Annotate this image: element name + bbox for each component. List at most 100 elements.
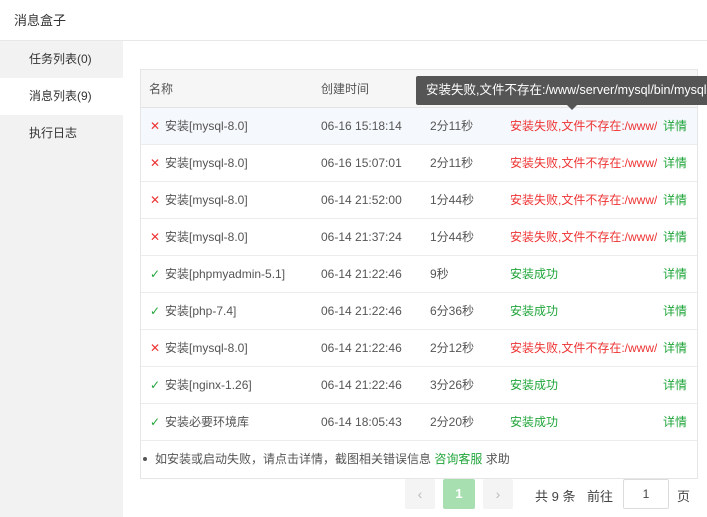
status-cell[interactable]: 安装失败,文件不存在:/www/server/mysql/bin/mysql [502,181,657,219]
created-time-cell: 06-14 21:52:00 [313,181,422,219]
status-cell[interactable]: 安装失败,文件不存在:/www/server/mysql/bin/mysql [502,218,657,256]
table-row: ✓ 安装[phpmyadmin-5.1] 06-14 21:22:46 9秒 安装成功详… [141,255,697,293]
page-number-current[interactable]: 1 [443,479,475,509]
failure-x-icon: ✕ [149,193,161,207]
created-time-cell: 06-14 21:22:46 [313,329,422,367]
help-note-suffix: 求助 [485,452,510,466]
operation-cell: 详情 [657,144,697,182]
task-name-cell: ✕ 安装[mysql-8.0] [141,144,313,182]
main-panel: 名称 创建时间 ✕ 安装[mysql-8.0] 06-16 15:18:14 2分11… [123,41,707,517]
status-cell[interactable]: 安装成功 [502,366,657,404]
task-name: 安装[mysql-8.0] [165,341,248,355]
operation-cell: 详情 [657,403,697,441]
duration-cell: 2分11秒 [422,107,502,145]
duration-cell: 1分44秒 [422,218,502,256]
operation-cell: 详情 [657,329,697,367]
operation-cell: 详情 [657,107,697,145]
task-name: 安装[mysql-8.0] [165,156,248,170]
created-time-cell: 06-14 18:05:43 [313,403,422,441]
details-link[interactable]: 详情 [663,119,687,133]
task-name: 安装[php-7.4] [165,304,237,318]
details-link[interactable]: 详情 [663,378,687,392]
status-cell[interactable]: 安装成功 [502,403,657,441]
sidebar-item-logs[interactable]: 执行日志 [0,115,123,152]
success-check-icon: ✓ [149,304,161,318]
status-cell[interactable]: 安装失败,文件不存在:/www/server/mysql/bin/mysql [502,107,657,145]
goto-label: 前往 [587,489,614,504]
column-header-name: 名称 [141,70,313,108]
details-link[interactable]: 详情 [663,341,687,355]
duration-cell: 3分26秒 [422,366,502,404]
table-row: ✕ 安装[mysql-8.0] 06-14 21:37:24 1分44秒 安装失败,文件… [141,218,697,256]
task-name: 安装必要环境库 [165,415,250,429]
window-title: 消息盒子 [14,13,67,28]
created-time-cell: 06-14 21:22:46 [313,366,422,404]
details-link[interactable]: 详情 [663,415,687,429]
details-link[interactable]: 详情 [663,230,687,244]
contact-support-link[interactable]: 咨询客服 [434,452,482,466]
task-name-cell: ✕ 安装[mysql-8.0] [141,181,313,219]
duration-cell: 6分36秒 [422,292,502,330]
table-row: ✓ 安装[php-7.4] 06-14 21:22:46 6分36秒 安装成功 详情 [141,292,697,330]
duration-cell: 2分11秒 [422,144,502,182]
status-tooltip: 安装失败,文件不存在:/www/server/mysql/bin/mysql [416,76,707,105]
column-header-created: 创建时间 [313,70,422,108]
task-name-cell: ✓ 安装[php-7.4] [141,292,313,330]
details-link[interactable]: 详情 [663,156,687,170]
sidebar: 任务列表(0) 消息列表(9) 执行日志 [0,41,123,517]
duration-cell: 1分44秒 [422,181,502,219]
task-name: 安装[phpmyadmin-5.1] [165,267,286,281]
failure-x-icon: ✕ [149,341,161,355]
table-row: ✕ 安装[mysql-8.0] 06-16 15:07:01 2分11秒 安装失败,文件… [141,144,697,182]
help-note: 如安装或启动失败，请点击详情，截图相关错误信息 咨询客服 求助 [143,450,510,467]
task-name-cell: ✕ 安装[mysql-8.0] [141,107,313,145]
page-unit-label: 页 [677,489,691,504]
task-name: 安装[mysql-8.0] [165,193,248,207]
created-time-cell: 06-14 21:22:46 [313,292,422,330]
status-cell[interactable]: 安装失败,文件不存在:/www/server/mysql/bin/mysql [502,329,657,367]
task-name-cell: ✓ 安装必要环境库 [141,403,313,441]
table-row: ✓ 安装必要环境库 06-14 18:05:43 2分20秒 安装成功 详情 [141,403,697,441]
task-name: 安装[mysql-8.0] [165,230,248,244]
success-check-icon: ✓ [149,267,161,281]
details-link[interactable]: 详情 [663,193,687,207]
status-cell[interactable]: 安装失败,文件不存在:/www/server/mysql/bin/mysql [502,144,657,182]
goto-page-input[interactable] [623,479,669,509]
help-note-text: 如安装或启动失败，请点击详情，截图相关错误信息 [155,452,432,466]
message-table: 名称 创建时间 ✕ 安装[mysql-8.0] 06-16 15:18:14 2分11… [140,69,698,479]
sidebar-item-tasks[interactable]: 任务列表(0) [0,41,123,78]
failure-x-icon: ✕ [149,119,161,133]
sidebar-item-messages[interactable]: 消息列表(9) [0,78,123,115]
operation-cell: 详情 [657,366,697,404]
task-name-cell: ✓ 安装[nginx-1.26] [141,366,313,404]
success-check-icon: ✓ [149,415,161,429]
table-row: ✕ 安装[mysql-8.0] 06-14 21:52:00 1分44秒 安装失败,文件… [141,181,697,219]
details-link[interactable]: 详情 [663,304,687,318]
failure-x-icon: ✕ [149,230,161,244]
table-row: ✕ 安装[mysql-8.0] 06-14 21:22:46 2分12秒 安装失败,文件… [141,329,697,367]
title-bar: 消息盒子 [0,0,707,41]
status-cell[interactable]: 安装成功 [502,292,657,330]
operation-cell: 详情 [657,218,697,256]
prev-page-button[interactable]: ‹ [405,479,435,509]
tooltip-arrow [566,104,578,110]
created-time-cell: 06-16 15:18:14 [313,107,422,145]
task-name-cell: ✕ 安装[mysql-8.0] [141,218,313,256]
created-time-cell: 06-14 21:37:24 [313,218,422,256]
task-name: 安装[mysql-8.0] [165,119,248,133]
operation-cell: 详情 [657,181,697,219]
table-row: ✓ 安装[nginx-1.26] 06-14 21:22:46 3分26秒 安装成功 详情 [141,366,697,404]
duration-cell: 9秒 [422,255,502,293]
duration-cell: 2分20秒 [422,403,502,441]
failure-x-icon: ✕ [149,156,161,170]
status-cell[interactable]: 安装成功 [502,255,657,293]
total-count: 共 9 条 [535,489,576,504]
created-time-cell: 06-14 21:22:46 [313,255,422,293]
next-page-button[interactable]: › [483,479,513,509]
task-name: 安装[nginx-1.26] [165,378,252,392]
success-check-icon: ✓ [149,378,161,392]
details-link[interactable]: 详情 [663,267,687,281]
table-row: ✕ 安装[mysql-8.0] 06-16 15:18:14 2分11秒 安装失败,文件… [141,107,697,145]
operation-cell: 详情 [657,255,697,293]
operation-cell: 详情 [657,292,697,330]
